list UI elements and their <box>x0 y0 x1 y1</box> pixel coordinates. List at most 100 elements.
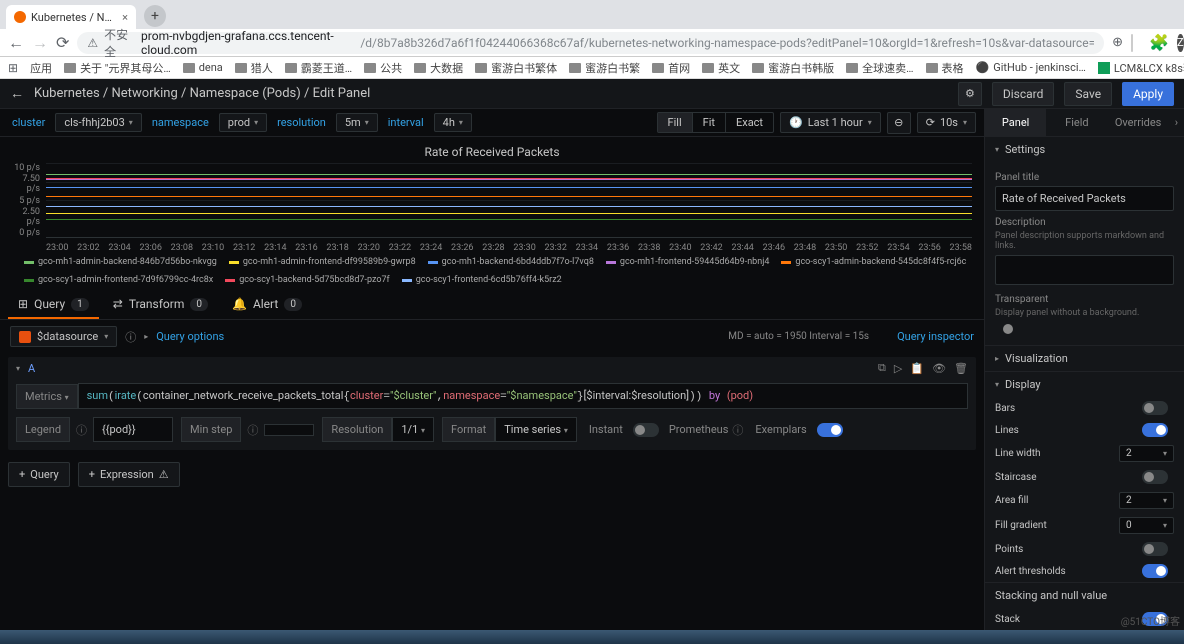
var-value-interval[interactable]: 4h▾ <box>434 113 472 132</box>
exemplars-toggle[interactable] <box>817 423 843 437</box>
query-inspector-link[interactable]: Query inspector <box>897 330 974 343</box>
lines-toggle[interactable] <box>1142 423 1168 437</box>
instant-toggle[interactable] <box>633 423 659 437</box>
fill-button[interactable]: Fill <box>658 113 693 132</box>
var-value-cluster[interactable]: cls-fhhj2b03▾ <box>55 113 141 132</box>
resolution-select[interactable]: 1/1 ▾ <box>392 417 434 442</box>
section-visualization[interactable]: ▸Visualization <box>985 346 1184 371</box>
alert-thresholds-toggle[interactable] <box>1142 564 1168 578</box>
extension-icon[interactable] <box>1131 34 1133 52</box>
expand-icon[interactable]: › <box>1169 109 1184 136</box>
query-expression-input[interactable]: sum(irate(container_network_receive_pack… <box>78 383 968 409</box>
back-arrow-icon[interactable]: ← <box>10 85 24 102</box>
move-icon[interactable]: ▷ <box>894 362 902 375</box>
apps-icon[interactable]: ⊞ <box>8 61 18 75</box>
apply-button[interactable]: Apply <box>1122 82 1174 106</box>
side-tab-overrides[interactable]: Overrides <box>1107 109 1168 136</box>
exemplars-label: Exemplars <box>751 423 810 436</box>
discard-button[interactable]: Discard <box>992 82 1055 106</box>
minstep-label: Min step <box>181 417 241 442</box>
var-label-resolution: resolution <box>273 116 330 129</box>
duplicate-icon[interactable]: ⧉ <box>878 361 886 375</box>
bookmark-item[interactable]: 蜜游白书繁 <box>569 60 640 76</box>
bookmark-item[interactable]: dena <box>183 61 223 74</box>
url-path: /d/8b7a8b326d7a6f1f04244066368c67af/kube… <box>360 36 1094 50</box>
y-axis: 10 p/s 7.50 p/s 5 p/s 2.50 p/s 0 p/s <box>8 163 44 238</box>
bookmark-item[interactable]: LCM&LCX k8s套… <box>1098 60 1184 76</box>
watermark: @51CTO博客 <box>1121 613 1180 628</box>
panel-title-input[interactable] <box>995 186 1174 211</box>
add-expression-button[interactable]: + Expression ⚠ <box>78 462 180 487</box>
forward-button[interactable]: → <box>32 33 48 53</box>
area-fill-select[interactable]: 2▾ <box>1119 492 1174 509</box>
bookmark-item[interactable]: 表格 <box>926 60 964 76</box>
bookmark-item[interactable]: 猎人 <box>235 60 273 76</box>
side-tab-panel[interactable]: Panel <box>985 109 1046 136</box>
var-value-namespace[interactable]: prod▾ <box>219 113 267 132</box>
minstep-input[interactable] <box>264 424 314 436</box>
bookmark-item[interactable]: 霸菱王道… <box>285 60 352 76</box>
add-query-button[interactable]: + Query <box>8 462 70 487</box>
options-side-panel: Panel Field Overrides › ▾Settings Panel … <box>984 109 1184 630</box>
bookmark-item[interactable]: 首网 <box>652 60 690 76</box>
legend-item[interactable]: gco-mh1-frontend-59445d64b9-nbnj4 <box>606 257 770 267</box>
staircase-toggle[interactable] <box>1142 470 1168 484</box>
section-settings[interactable]: ▾Settings <box>985 137 1184 162</box>
points-toggle[interactable] <box>1142 542 1168 556</box>
refresh-interval[interactable]: ⟳ 10s ▾ <box>917 112 976 133</box>
side-tab-field[interactable]: Field <box>1046 109 1107 136</box>
extensions-icon[interactable]: 🧩 <box>1149 33 1169 52</box>
trash-icon[interactable]: 🗑 <box>954 362 968 375</box>
bookmark-item[interactable]: 英文 <box>702 60 740 76</box>
legend-item[interactable]: gco-scy1-admin-backend-545dc8f4f5-rcj6c <box>781 257 966 267</box>
bookmark-item[interactable]: 蜜游白书韩版 <box>752 60 834 76</box>
url-input[interactable]: ⚠ 不安全 prom-nvbgdjen-grafana.ccs.tencent-… <box>77 32 1104 54</box>
legend-input[interactable]: {{pod}} <box>93 417 173 442</box>
eye-icon[interactable]: 👁 <box>932 362 946 375</box>
tab-query[interactable]: ⊞ Query 1 <box>8 291 99 319</box>
line-width-select[interactable]: 2▾ <box>1119 445 1174 462</box>
windows-taskbar[interactable] <box>0 630 1184 644</box>
format-select[interactable]: Time series ▾ <box>495 417 577 442</box>
bookmark-item[interactable]: 公共 <box>364 60 402 76</box>
translate-icon[interactable]: ⊕ <box>1112 35 1123 50</box>
fill-gradient-select[interactable]: 0▾ <box>1119 517 1174 534</box>
datasource-picker[interactable]: $datasource ▾ <box>10 326 117 347</box>
legend-item[interactable]: gco-mh1-admin-backend-846b7d56bo-nkvgg <box>24 257 217 267</box>
bookmark-item[interactable]: 蜜游白书繁体 <box>475 60 557 76</box>
back-button[interactable]: ← <box>8 33 24 53</box>
bookmark-item[interactable]: 关于 "元界其母公… <box>64 60 171 76</box>
fit-button[interactable]: Fit <box>693 113 726 132</box>
bookmark-item[interactable]: 全球速卖… <box>846 60 913 76</box>
exact-button[interactable]: Exact <box>726 113 773 132</box>
prometheus-label: Prometheus <box>665 423 733 436</box>
bookmark-item[interactable]: 应用 <box>30 60 52 76</box>
bars-toggle[interactable] <box>1142 401 1168 415</box>
fit-mode-group: Fill Fit Exact <box>657 112 775 133</box>
copy-icon[interactable]: 📋 <box>910 362 924 375</box>
query-options-link[interactable]: Query options <box>156 330 224 343</box>
save-button[interactable]: Save <box>1064 82 1112 106</box>
section-stacking[interactable]: Stacking and null value <box>985 583 1184 608</box>
reload-button[interactable]: ⟳ <box>56 33 69 52</box>
chart-plot[interactable]: 10 p/s 7.50 p/s 5 p/s 2.50 p/s 0 p/s 23:… <box>8 163 976 253</box>
legend-item[interactable]: gco-scy1-admin-frontend-7d9f6799cc-4rc8x <box>24 275 213 285</box>
settings-icon[interactable]: ⚙ <box>958 82 982 106</box>
legend-item[interactable]: gco-mh1-backend-6bd4ddb7f7o-l7vq8 <box>428 257 594 267</box>
new-tab-button[interactable]: + <box>144 5 166 27</box>
tab-transform[interactable]: ⇄ Transform 0 <box>103 291 218 319</box>
section-display[interactable]: ▾Display <box>985 372 1184 397</box>
close-icon[interactable]: × <box>122 11 128 24</box>
zoom-out-icon[interactable]: ⊖ <box>887 112 911 134</box>
profile-avatar[interactable]: Z <box>1177 34 1184 52</box>
bookmark-item[interactable]: ⚫GitHub - jenkinsci… <box>976 61 1086 74</box>
bookmark-item[interactable]: 大数据 <box>414 60 463 76</box>
legend-item[interactable]: gco-scy1-frontend-6cd5b76ff4-k5rz2 <box>402 275 562 285</box>
legend-item[interactable]: gco-mh1-admin-frontend-df99589b9-gwrp8 <box>229 257 416 267</box>
description-input[interactable] <box>995 255 1174 285</box>
url-host: prom-nvbgdjen-grafana.ccs.tencent-cloud.… <box>141 29 354 57</box>
var-value-resolution[interactable]: 5m▾ <box>336 113 378 132</box>
legend-item[interactable]: gco-scy1-backend-5d75bcd8d7-pzo7f <box>225 275 389 285</box>
time-range-picker[interactable]: 🕐 Last 1 hour ▾ <box>780 112 881 133</box>
tab-alert[interactable]: 🔔 Alert 0 <box>222 291 312 319</box>
